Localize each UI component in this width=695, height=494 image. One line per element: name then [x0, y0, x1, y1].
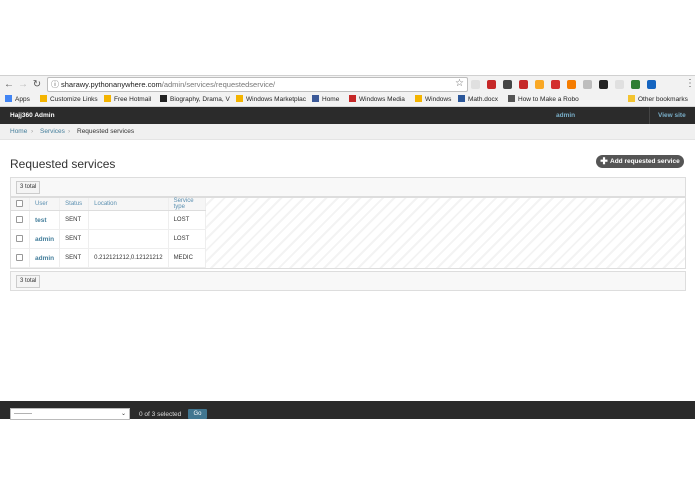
- row-checkbox-cell: [11, 229, 30, 249]
- site-name[interactable]: Hajj360 Admin: [10, 112, 55, 119]
- admin-header: Hajj360 Admin admin View site: [0, 107, 695, 124]
- extension-icon[interactable]: [471, 80, 480, 89]
- user-link[interactable]: admin: [556, 112, 575, 119]
- results-area: User Status Location Service type test S…: [10, 197, 686, 269]
- location-cell: [88, 229, 169, 249]
- breadcrumb-chevron-icon: ›: [68, 128, 71, 135]
- row-checkbox[interactable]: [16, 234, 23, 242]
- extension-icon[interactable]: [615, 80, 624, 89]
- result-count[interactable]: 3 total: [16, 275, 41, 288]
- action-footer: --------- ⌄ 0 of 3 selected Go: [0, 401, 695, 420]
- bookmark-windows-media[interactable]: Windows Media: [349, 95, 405, 104]
- service-type-cell: LOST: [168, 210, 206, 230]
- browser-menu-icon[interactable]: ⋮: [685, 78, 695, 89]
- bookmark-windows[interactable]: Windows: [415, 95, 451, 104]
- bookmark-apps[interactable]: Apps: [5, 95, 30, 104]
- back-arrow-icon[interactable]: ←: [3, 79, 15, 91]
- status-cell: SENT: [59, 229, 90, 249]
- user-link[interactable]: admin: [29, 248, 61, 268]
- view-site-link[interactable]: View site: [658, 112, 686, 119]
- apps-grid-icon: [5, 95, 12, 102]
- extension-icon[interactable]: [567, 80, 576, 89]
- location-cell: 0.212121212,0.12121212: [88, 248, 169, 268]
- select-all-checkbox[interactable]: [16, 199, 23, 207]
- column-header-service-type[interactable]: Service type: [168, 198, 206, 211]
- bookmark-how-to-make-robot[interactable]: How to Make a Robo: [508, 95, 579, 104]
- address-bar[interactable]: ⓘ sharawy.pythonanywhere.com/admin/servi…: [47, 77, 468, 92]
- column-header-status[interactable]: Status: [59, 198, 90, 211]
- forward-arrow-icon[interactable]: →: [17, 79, 29, 91]
- page-title: Requested services: [10, 157, 116, 171]
- result-count[interactable]: 3 total: [16, 181, 41, 194]
- add-requested-service-button[interactable]: ✚ Add requested service: [596, 155, 684, 168]
- user-link[interactable]: admin: [29, 229, 61, 249]
- result-count-bar-top: 3 total: [10, 177, 686, 197]
- page-icon: [508, 95, 515, 102]
- table-row: test SENT LOST: [11, 210, 206, 230]
- add-button-label: Add requested service: [610, 158, 680, 165]
- row-checkbox[interactable]: [16, 215, 23, 223]
- media-icon: [349, 95, 356, 102]
- service-type-cell: MEDIC: [168, 248, 206, 268]
- select-all-checkbox-cell: [11, 198, 30, 211]
- chevron-down-icon: ⌄: [120, 411, 126, 417]
- row-checkbox-cell: [11, 248, 30, 268]
- location-cell: [88, 210, 169, 230]
- facebook-icon: [312, 95, 319, 102]
- table-row: admin SENT 0.212121212,0.12121212 MEDIC: [11, 248, 206, 268]
- bookmark-math-docx[interactable]: Math.docx: [458, 95, 498, 104]
- extension-icon[interactable]: [503, 80, 512, 89]
- bookmark-star-icon[interactable]: ☆: [455, 78, 464, 89]
- column-header-location[interactable]: Location: [88, 198, 169, 211]
- result-count-bar-bottom: 3 total: [10, 271, 686, 291]
- breadcrumb: Home › Services › Requested services: [0, 124, 695, 140]
- bookmark-home[interactable]: Home: [312, 95, 339, 104]
- word-icon: [458, 95, 465, 102]
- breadcrumb-chevron-icon: ›: [31, 128, 34, 135]
- bookmark-customize-links[interactable]: Customize Links: [40, 95, 98, 104]
- breadcrumb-services[interactable]: Services: [40, 128, 65, 135]
- extension-icon[interactable]: [487, 80, 496, 89]
- extension-icon[interactable]: [647, 80, 656, 89]
- p-logo-icon: [160, 95, 167, 102]
- bookmark-biography[interactable]: Biography, Drama, V: [160, 95, 230, 104]
- action-select-value: ---------: [14, 411, 32, 417]
- page-info-icon[interactable]: ⓘ: [51, 79, 59, 90]
- extension-icon[interactable]: [519, 80, 528, 89]
- bookmarks-bar: Apps Customize Links Free Hotmail Biogra…: [0, 93, 695, 107]
- column-header-user[interactable]: User: [29, 198, 61, 211]
- action-select[interactable]: --------- ⌄: [10, 408, 130, 420]
- plus-icon: ✚: [600, 156, 608, 166]
- windows-logo-icon: [236, 95, 243, 102]
- extension-icon[interactable]: [599, 80, 608, 89]
- extension-icon[interactable]: [583, 80, 592, 89]
- status-cell: SENT: [59, 248, 90, 268]
- go-button[interactable]: Go: [188, 409, 207, 419]
- bookmark-windows-marketplace[interactable]: Windows Marketplac: [236, 95, 306, 104]
- folder-icon: [628, 95, 635, 102]
- reload-icon[interactable]: ↻: [31, 79, 43, 91]
- windows-logo-icon: [104, 95, 111, 102]
- row-checkbox-cell: [11, 210, 30, 230]
- url-host: sharawy.pythonanywhere.com: [61, 80, 162, 89]
- extension-icon[interactable]: [631, 80, 640, 89]
- bookmark-free-hotmail[interactable]: Free Hotmail: [104, 95, 151, 104]
- url-path: /admin/services/requestedservice/: [161, 80, 276, 89]
- header-divider: [649, 107, 650, 124]
- extension-icon[interactable]: [551, 80, 560, 89]
- user-link[interactable]: test: [29, 210, 61, 230]
- extension-icon[interactable]: [535, 80, 544, 89]
- selected-count: 0 of 3 selected: [139, 411, 182, 418]
- result-table: User Status Location Service type test S…: [11, 198, 206, 268]
- row-checkbox[interactable]: [16, 253, 23, 261]
- bookmark-other[interactable]: Other bookmarks: [628, 95, 688, 104]
- status-cell: SENT: [59, 210, 90, 230]
- breadcrumb-home[interactable]: Home: [10, 128, 27, 135]
- service-type-cell: LOST: [168, 229, 206, 249]
- breadcrumb-current: Requested services: [77, 128, 135, 135]
- windows-logo-icon: [40, 95, 47, 102]
- windows-logo-icon: [415, 95, 422, 102]
- table-row: admin SENT LOST: [11, 229, 206, 249]
